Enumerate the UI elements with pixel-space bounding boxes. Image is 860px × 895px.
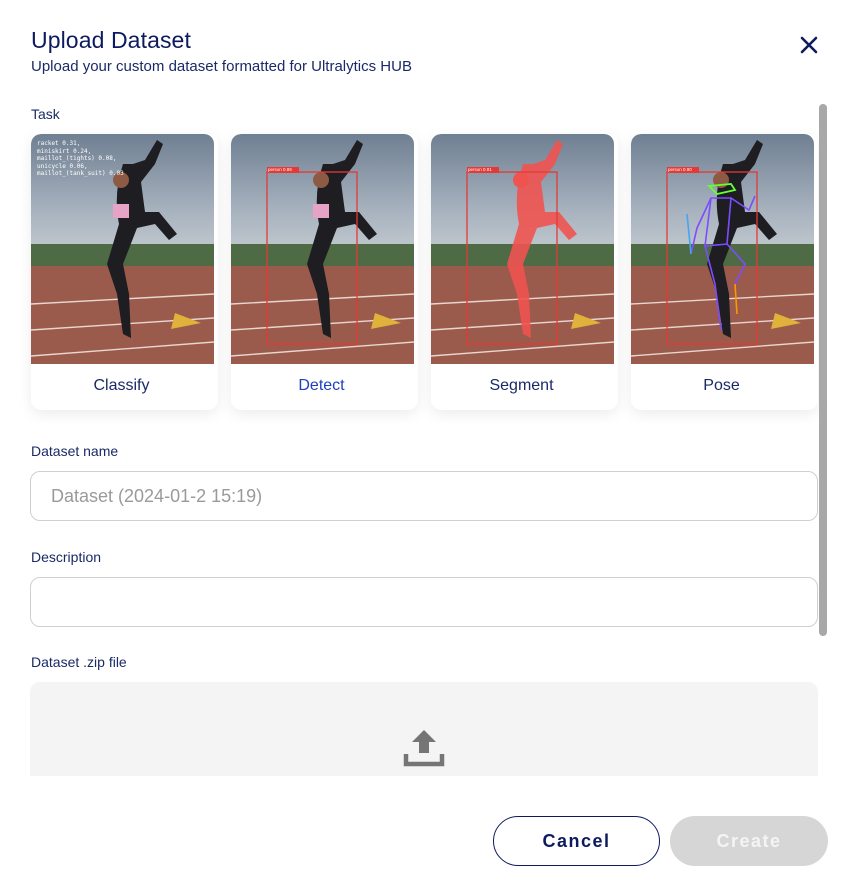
dataset-name-input[interactable] (31, 472, 817, 520)
close-icon[interactable] (797, 33, 821, 57)
dataset-name-field[interactable] (30, 471, 818, 521)
task-label: Task (31, 106, 60, 122)
dialog-title: Upload Dataset (31, 27, 191, 53)
segmentation-box-label: person 0.91 (468, 167, 492, 172)
task-card-classify[interactable]: Classify racket 0.31, miniskirt 0.24, ma… (31, 134, 218, 410)
zip-file-dropzone[interactable] (30, 682, 818, 776)
task-option-label: Classify (93, 377, 150, 394)
task-card-segment[interactable]: Segment person 0.91 (431, 134, 618, 410)
detection-box-label: person 0.89 (268, 167, 292, 172)
scrollbar-thumb[interactable] (819, 104, 827, 636)
task-option-label: Detect (298, 377, 345, 394)
description-field[interactable] (30, 577, 818, 627)
overlay-line: miniskirt 0.24, (37, 147, 92, 155)
overlay-line: racket 0.31, (37, 140, 81, 147)
classification-overlay: racket 0.31, miniskirt 0.24, maillot_(ti… (37, 140, 124, 178)
detect-example-image (231, 134, 414, 364)
task-option-label: Segment (489, 377, 554, 394)
description-input[interactable] (31, 578, 817, 626)
upload-dataset-dialog: Upload Dataset Upload your custom datase… (0, 0, 860, 895)
dialog-subtitle: Upload your custom dataset formatted for… (31, 58, 412, 75)
overlay-line: maillot_(tank_suit) 0.03 (37, 170, 124, 177)
dialog-scroll-area[interactable]: Task Classify racket 0.31, miniskirt 0.2… (0, 100, 830, 776)
dataset-name-label: Dataset name (31, 443, 119, 459)
task-option-label: Pose (703, 377, 740, 394)
cancel-button[interactable]: Cancel (493, 816, 660, 866)
upload-icon (403, 730, 445, 767)
overlay-line: maillot_(tights) 0.08, (37, 155, 117, 162)
task-card-pose[interactable]: Pose person 0.90 (631, 134, 818, 410)
task-card-detect[interactable]: Detect person 0.89 (231, 134, 418, 410)
overlay-line: unicycle 0.06, (37, 162, 88, 170)
description-label: Description (31, 549, 102, 565)
zip-file-label: Dataset .zip file (31, 654, 127, 670)
pose-box-label: person 0.90 (668, 167, 692, 172)
segment-example-image (431, 134, 614, 364)
create-button[interactable]: Create (670, 816, 828, 866)
pose-example-image (631, 134, 814, 364)
